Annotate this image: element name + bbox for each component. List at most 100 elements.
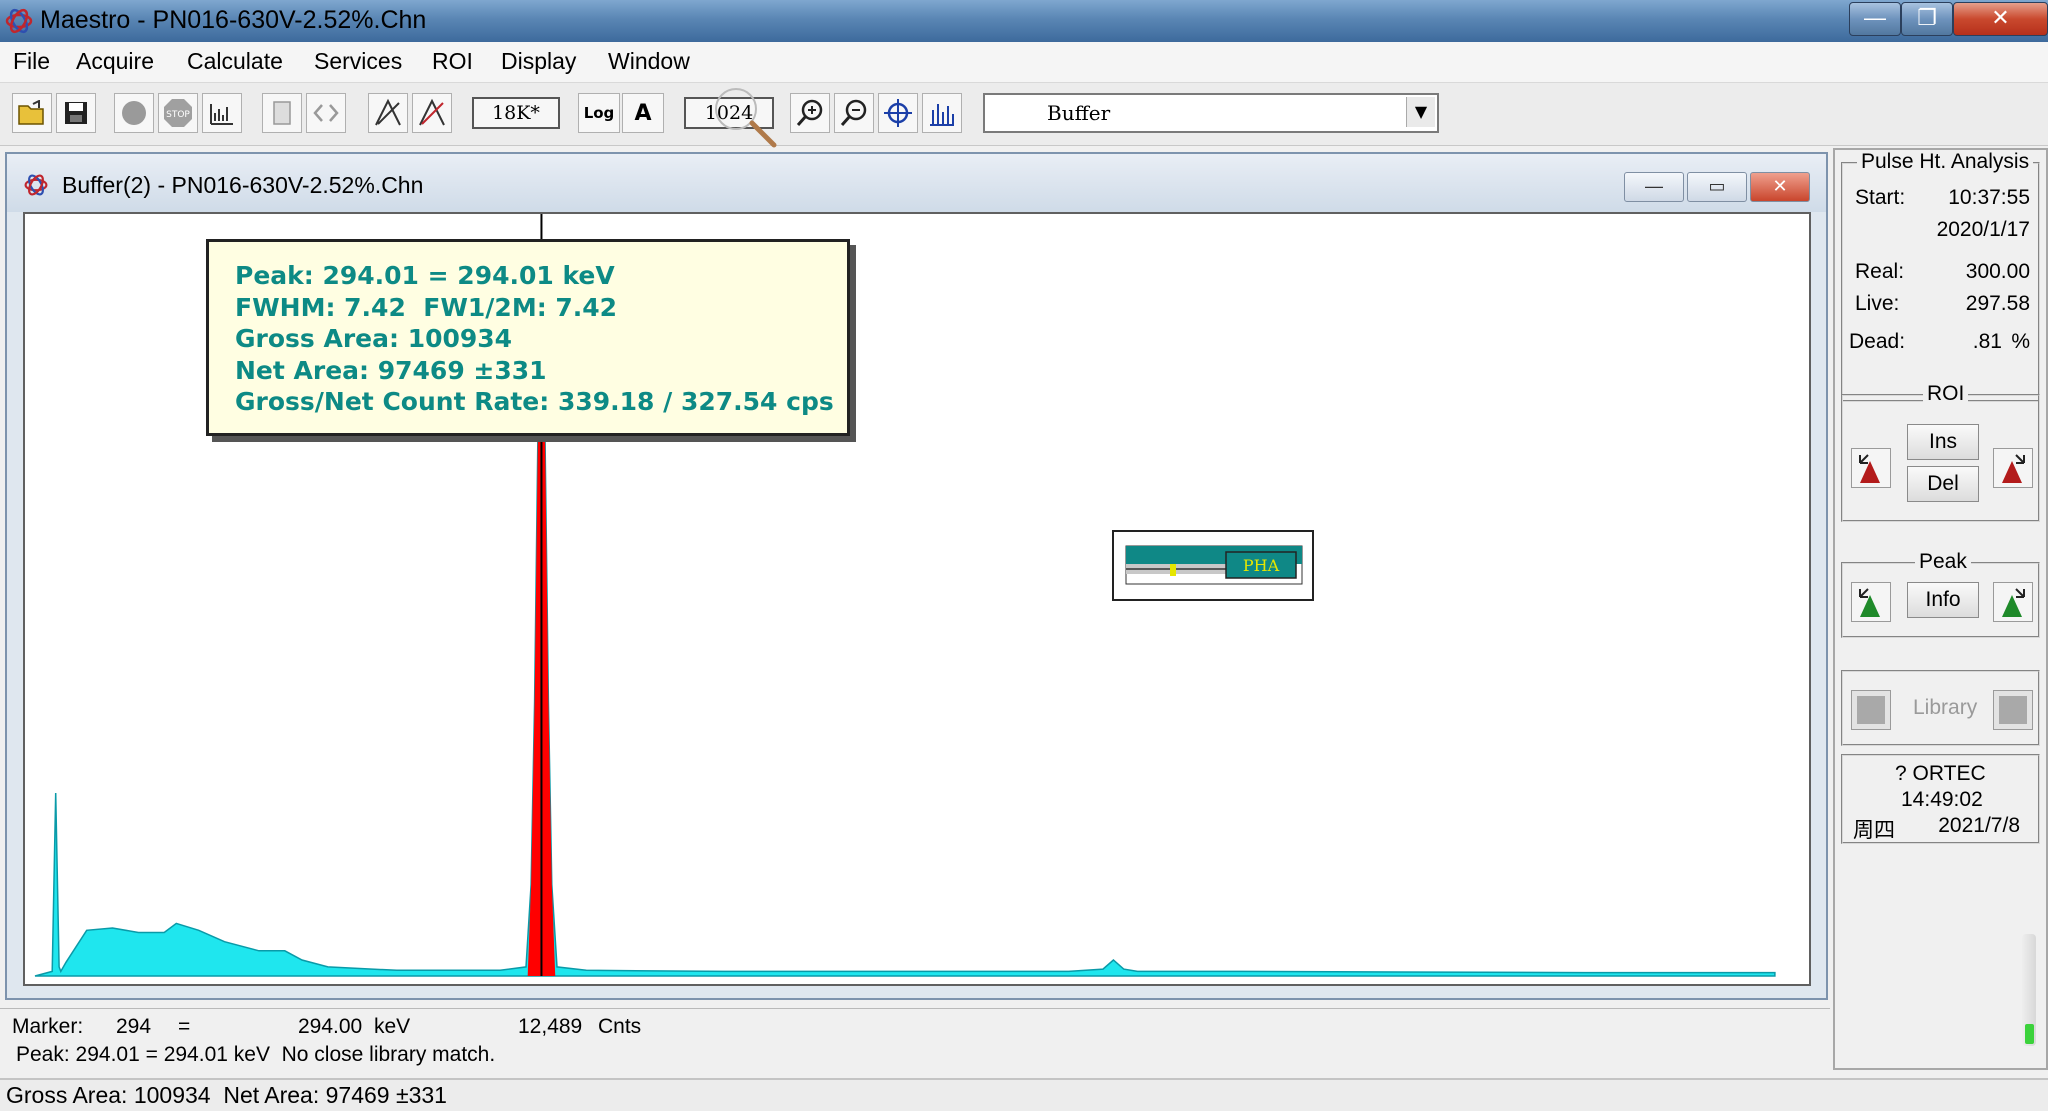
toolbar: STOP 18K* Log A 1024 Buffer ▼ [0,83,2048,148]
peak-group-title: Peak [1915,550,1971,574]
pha-status-group: Pulse Ht. Analysis Start: 10:37:55 2020/… [1841,150,2040,402]
dead-label: Dead: [1849,330,1906,353]
minimize-button[interactable]: — [1849,2,1901,36]
roi-prev-icon [1859,454,1880,483]
pha-label: PHA [1243,556,1280,575]
save-disk-icon[interactable] [56,93,96,133]
marker-counts-unit: Cnts [598,1015,642,1038]
peak-next-button[interactable] [1993,582,2033,622]
roi-ins-button[interactable]: Ins [1907,424,1979,460]
peak-next-icon [2002,588,2025,617]
roi-del-button[interactable]: Del [1907,466,1979,502]
start-acquire-icon[interactable] [114,93,154,133]
menu-display[interactable]: Display [501,48,576,75]
marker-channel: 294 [116,1015,152,1038]
live-label: Live: [1855,292,1900,315]
mark-peak-icon[interactable] [368,93,408,133]
library-group: Library [1841,670,2040,746]
buffer-minimize-button[interactable]: — [1624,172,1684,202]
buffer-window-titlebar[interactable]: Buffer(2) - PN016-630V-2.52%.Chn — ▭ ✕ [7,154,1826,212]
popup-count-rate-line: Gross/Net Count Rate: 339.18 / 327.54 cp… [235,387,834,416]
open-folder-icon[interactable] [12,93,52,133]
buffer-maximize-button[interactable]: ▭ [1687,172,1747,202]
menu-window[interactable]: Window [608,48,690,75]
auto-label: A [634,100,652,126]
roi-next-button[interactable] [1993,448,2033,488]
library-prev-button[interactable] [1851,690,1891,730]
marker-equals: = [178,1015,191,1038]
clear-icon[interactable] [262,93,302,133]
detector-select-value: Buffer [1047,101,1111,125]
log-scale-button[interactable]: Log [578,93,620,133]
bottom-status-bar: Gross Area: 100934 Net Area: 97469 ±331 [0,1078,2048,1111]
dead-unit: % [2011,330,2030,353]
menu-file[interactable]: File [13,48,50,75]
peak-status-line: Peak: 294.01 = 294.01 keV No close libra… [16,1043,496,1066]
menu-roi[interactable]: ROI [432,48,473,75]
start-date: 2020/1/17 [1936,218,2030,241]
chevron-down-icon[interactable]: ▼ [1406,97,1435,127]
start-label: Start: [1855,186,1906,209]
marker-energy: 294.00 [298,1015,363,1038]
popup-net-area-line: Net Area: 97469 ±331 [235,355,547,385]
buffer-close-button[interactable]: ✕ [1750,172,1810,202]
memory-size-display[interactable]: 18K* [472,97,560,129]
pha-group-title: Pulse Ht. Analysis [1857,150,2034,174]
dead-value: .81 [1972,330,2002,353]
log-label: Log [583,104,615,122]
library-prev-icon [1857,696,1885,724]
close-button[interactable]: ✕ [1953,2,2048,36]
real-value: 300.00 [1965,260,2030,283]
marker-label: Marker: [12,1015,84,1038]
app-titlebar[interactable]: Maestro - PN016-630V-2.52%.Chn — ❐ ✕ [0,0,2048,42]
maestro-app-icon[interactable] [4,6,34,36]
stop-icon[interactable]: STOP [158,93,198,133]
peak-group: Peak Info [1841,550,2040,638]
status-panel: Marker: 294 = 294.00 keV 12,489 Cnts Pea… [0,1008,1830,1079]
library-next-icon [1999,696,2027,724]
clock-time: 14:49:02 [1901,788,1983,811]
library-next-button[interactable] [1993,690,2033,730]
buffer-window-title: Buffer(2) - PN016-630V-2.52%.Chn [62,172,424,198]
start-time: 10:37:55 [1948,186,2030,209]
clock-date: 2021/7/8 [1938,814,2020,837]
zoom-in-icon[interactable] [790,93,830,133]
window-title: Maestro - PN016-630V-2.52%.Chn [40,6,427,34]
marker-energy-unit: keV [374,1015,411,1038]
unmark-peak-icon[interactable] [412,93,452,133]
live-value: 297.58 [1965,292,2030,315]
peak-info-popup: Peak: 294.01 = 294.01 keV FWHM: 7.42 FW1… [206,239,850,436]
slider-thumb[interactable] [2025,1024,2034,1044]
roi-next-icon [2002,454,2025,483]
roi-group: ROI Ins Del [1841,382,2040,522]
pha-mini-widget[interactable]: PHA [1112,530,1314,601]
center-icon[interactable] [878,93,918,133]
menu-acquire[interactable]: Acquire [76,48,154,75]
menu-calculate[interactable]: Calculate [187,48,283,75]
buffer-window-icon [24,174,48,196]
detector-select[interactable]: Buffer ▼ [983,93,1439,133]
auto-scale-button[interactable]: A [622,93,664,133]
clock-group: ? ORTEC 14:49:02 周四 2021/7/8 [1841,754,2040,844]
marker-counts: 12,489 [518,1015,583,1038]
ortec-label: ? ORTEC [1895,762,1986,785]
roi-prev-button[interactable] [1851,448,1891,488]
zoom-out-icon[interactable] [834,93,874,133]
fullview-icon[interactable] [922,93,962,133]
real-label: Real: [1855,260,1905,283]
peak-info-button[interactable]: Info [1907,582,1979,618]
roi-arrows-icon[interactable] [306,93,346,133]
copy-to-buffer-icon[interactable] [202,93,242,133]
library-label: Library [1913,696,1978,719]
maximize-button[interactable]: ❐ [1901,2,1953,36]
svg-text:STOP: STOP [166,110,190,120]
peak-prev-button[interactable] [1851,582,1891,622]
magnifier-cursor-icon [715,88,777,148]
popup-fwhm-line: FWHM: 7.42 FW1/2M: 7.42 [235,292,618,322]
menu-services[interactable]: Services [314,48,402,75]
roi-group-title: ROI [1923,382,1969,406]
popup-gross-area-line: Gross Area: 100934 [235,324,513,353]
pha-widget-graphic: PHA [1125,545,1303,585]
popup-peak-line: Peak: 294.01 = 294.01 keV [235,261,615,290]
peak-prev-icon [1859,588,1880,617]
